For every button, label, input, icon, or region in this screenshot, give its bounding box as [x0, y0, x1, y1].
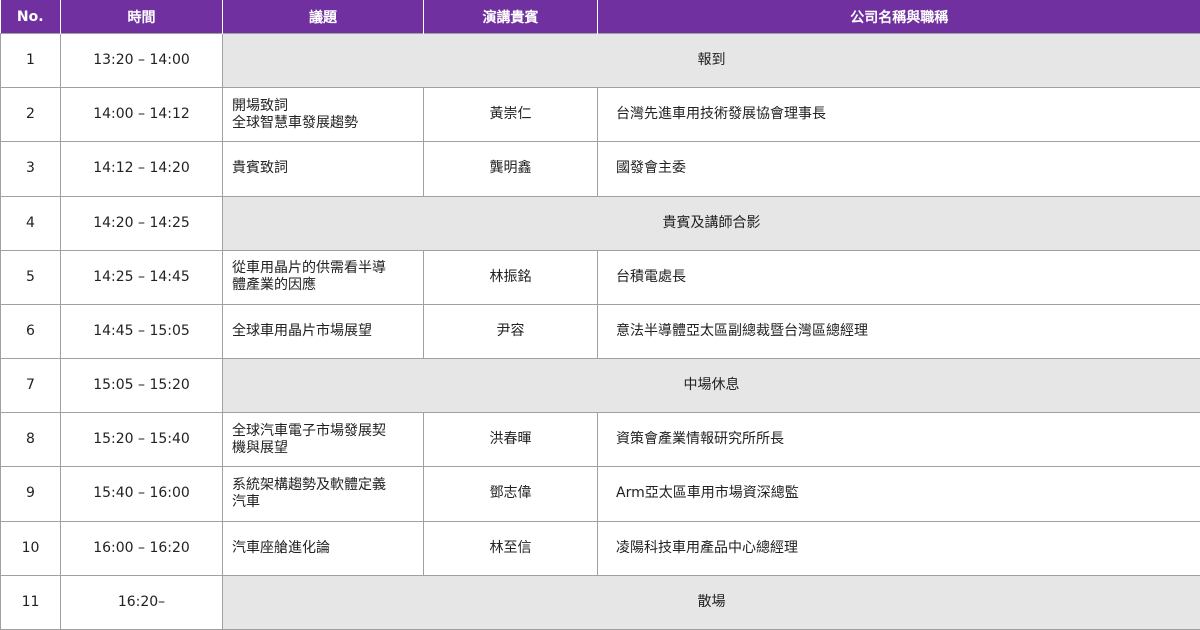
- row-topic: 從車用晶片的供需看半導 體產業的因應: [222, 249, 424, 305]
- topic-line: 汽車: [232, 493, 260, 510]
- topic-line: 體產業的因應: [232, 277, 316, 294]
- topic-line: 從車用晶片的供需看半導: [232, 260, 386, 277]
- table-row: 10 16:00 – 16:20 汽車座艙進化論 林至信 凌陽科技車用產品中心總經理: [0, 520, 1200, 576]
- row-number: 9: [0, 466, 61, 522]
- topic-line: 系統架構趨勢及軟體定義: [232, 476, 386, 493]
- row-event: 貴賓及講師合影: [222, 195, 1200, 251]
- row-company: 意法半導體亞太區副總裁暨台灣區總經理: [597, 303, 1200, 360]
- table-row: 8 15:20 – 15:40 全球汽車電子市場發展契 機與展望 洪春暉 資策會產業情報研…: [0, 412, 1200, 468]
- row-time: 15:20 – 15:40: [60, 412, 223, 468]
- row-topic: 全球車用晶片市場展望: [222, 303, 424, 360]
- table-row: 6 14:45 – 15:05 全球車用晶片市場展望 尹容 意法半導體亞太區副總裁暨台灣…: [0, 303, 1200, 360]
- table-body: 1 13:20 – 14:00 報到 2 14:00 – 14:12 開場致詞 全球智慧車發…: [0, 32, 1200, 630]
- row-number: 1: [0, 32, 61, 89]
- topic-line: 開場致詞: [232, 97, 288, 114]
- row-speaker: 洪春暉: [423, 412, 598, 468]
- topic-line: 機與展望: [232, 439, 288, 456]
- table-row: 2 14:00 – 14:12 開場致詞 全球智慧車發展趨勢 黃崇仁 台灣先進車用技術發展…: [0, 87, 1200, 143]
- row-event: 散場: [222, 574, 1200, 630]
- row-time: 14:45 – 15:05: [60, 303, 223, 360]
- row-event: 中場休息: [222, 358, 1200, 414]
- header-company: 公司名稱與職稱: [597, 0, 1200, 34]
- row-number: 6: [0, 303, 61, 360]
- table-row: 3 14:12 – 14:20 貴賓致詞 龔明鑫 國發會主委: [0, 141, 1200, 197]
- row-event: 報到: [222, 32, 1200, 89]
- row-company: 台灣先進車用技術發展協會理事長: [597, 87, 1200, 143]
- table-header: No. 時間 議題 演講貴賓 公司名稱與職稱: [0, 0, 1200, 34]
- row-topic: 開場致詞 全球智慧車發展趨勢: [222, 87, 424, 143]
- table-row: 9 15:40 – 16:00 系統架構趨勢及軟體定義 汽車 鄧志偉 Arm亞太區車用市場…: [0, 466, 1200, 522]
- row-topic: 全球汽車電子市場發展契 機與展望: [222, 412, 424, 468]
- agenda-table: No. 時間 議題 演講貴賓 公司名稱與職稱 1 13:20 – 14:00 報到 2…: [0, 0, 1200, 630]
- row-speaker: 尹容: [423, 303, 598, 360]
- row-time: 14:25 – 14:45: [60, 249, 223, 305]
- row-time: 13:20 – 14:00: [60, 32, 223, 89]
- topic-line: 全球汽車電子市場發展契: [232, 422, 386, 439]
- row-company: 台積電處長: [597, 249, 1200, 305]
- row-time: 14:20 – 14:25: [60, 195, 223, 251]
- table-row: 4 14:20 – 14:25 貴賓及講師合影: [0, 195, 1200, 251]
- row-number: 4: [0, 195, 61, 251]
- row-time: 14:00 – 14:12: [60, 87, 223, 143]
- row-topic: 系統架構趨勢及軟體定義 汽車: [222, 466, 424, 522]
- row-number: 2: [0, 87, 61, 143]
- row-company: 資策會產業情報研究所所長: [597, 412, 1200, 468]
- row-company: 凌陽科技車用產品中心總經理: [597, 520, 1200, 576]
- row-speaker: 鄧志偉: [423, 466, 598, 522]
- row-topic: 汽車座艙進化論: [222, 520, 424, 576]
- row-number: 11: [0, 574, 61, 630]
- row-topic: 貴賓致詞: [222, 141, 424, 197]
- row-speaker: 黃崇仁: [423, 87, 598, 143]
- row-speaker: 林至信: [423, 520, 598, 576]
- row-time: 16:20–: [60, 574, 223, 630]
- row-number: 10: [0, 520, 61, 576]
- topic-line: 全球車用晶片市場展望: [232, 322, 372, 339]
- table-row: 5 14:25 – 14:45 從車用晶片的供需看半導 體產業的因應 林振銘 台積電處長: [0, 249, 1200, 305]
- row-time: 15:40 – 16:00: [60, 466, 223, 522]
- row-number: 7: [0, 358, 61, 414]
- row-company: Arm亞太區車用市場資深總監: [597, 466, 1200, 522]
- row-company: 國發會主委: [597, 141, 1200, 197]
- header-no: No.: [0, 0, 61, 34]
- table-row: 11 16:20– 散場: [0, 574, 1200, 630]
- header-speaker: 演講貴賓: [423, 0, 598, 34]
- row-time: 16:00 – 16:20: [60, 520, 223, 576]
- header-row: No. 時間 議題 演講貴賓 公司名稱與職稱: [0, 0, 1200, 34]
- row-time: 15:05 – 15:20: [60, 358, 223, 414]
- row-speaker: 龔明鑫: [423, 141, 598, 197]
- row-number: 3: [0, 141, 61, 197]
- header-time: 時間: [60, 0, 223, 34]
- topic-line: 汽車座艙進化論: [232, 539, 330, 556]
- header-topic: 議題: [222, 0, 424, 34]
- topic-line: 貴賓致詞: [232, 160, 288, 177]
- row-speaker: 林振銘: [423, 249, 598, 305]
- row-number: 8: [0, 412, 61, 468]
- topic-line: 全球智慧車發展趨勢: [232, 114, 358, 131]
- row-number: 5: [0, 249, 61, 305]
- table-row: 7 15:05 – 15:20 中場休息: [0, 358, 1200, 414]
- row-time: 14:12 – 14:20: [60, 141, 223, 197]
- table-row: 1 13:20 – 14:00 報到: [0, 32, 1200, 89]
